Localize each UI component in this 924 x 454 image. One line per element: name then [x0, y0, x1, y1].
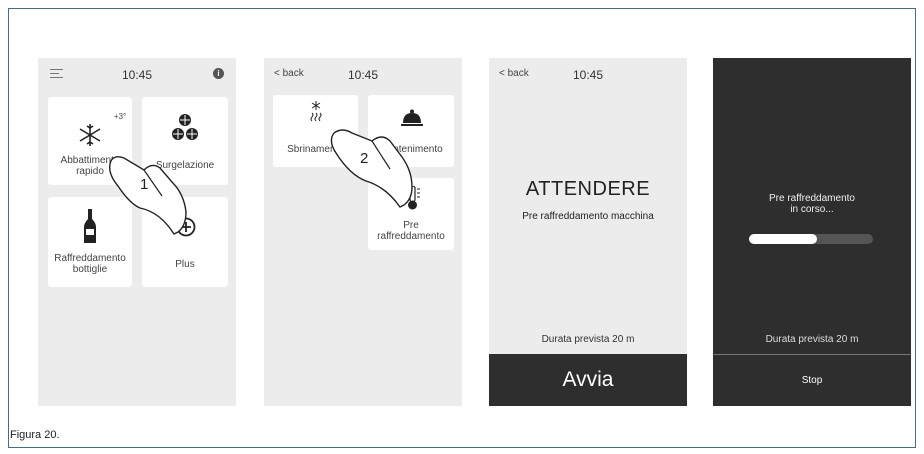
info-icon[interactable]: i	[213, 68, 224, 79]
pointing-hand-icon	[330, 129, 413, 208]
subtitle: Pre raffreddamento macchina	[522, 211, 654, 222]
progress-fill	[749, 234, 818, 244]
back-button[interactable]: < back	[499, 68, 529, 79]
back-label: back	[282, 68, 304, 79]
chevron-left-icon: <	[499, 68, 505, 79]
status-bar: 10:45 i	[38, 58, 236, 90]
menu-icon[interactable]	[50, 69, 63, 79]
screen-main-menu: 10:45 i +3° Abbattimento rapido Surgelaz…	[38, 58, 236, 406]
step-number: 2	[360, 150, 369, 167]
stop-button[interactable]: Stop	[713, 356, 911, 406]
figure-caption: Figura 20.	[10, 429, 60, 441]
status-text: Pre raffreddamento in corso...	[769, 193, 855, 215]
screen-attendere: < back 10:45 ATTENDERE Pre raffreddament…	[489, 58, 687, 406]
tile-label: Plus	[175, 259, 195, 270]
duration-text: Durata prevista 20 m	[765, 334, 859, 345]
clock: 10:45	[122, 68, 153, 82]
avvia-button[interactable]: Avvia	[489, 354, 687, 406]
back-label: back	[507, 68, 529, 79]
tile-label: Pre raffreddamento	[377, 220, 445, 242]
snowflakes-icon	[172, 114, 198, 140]
screen-in-progress: Pre raffreddamento in corso... Durata pr…	[713, 58, 911, 406]
divider	[713, 354, 911, 355]
bottle-icon	[84, 209, 96, 243]
progress-bar	[749, 234, 873, 244]
clock: 10:45	[573, 68, 604, 82]
step-number: 1	[140, 176, 149, 193]
status-bar: < back 10:45	[264, 58, 462, 90]
back-button[interactable]: < back	[274, 68, 304, 79]
snowflake-icon	[79, 124, 101, 146]
status-bar: < back 10:45	[489, 58, 687, 90]
defrost-icon	[310, 101, 322, 122]
chevron-left-icon: <	[274, 68, 280, 79]
screen-plus-menu: < back 10:45 Sbrinamento Mantenimento Pr…	[264, 58, 462, 406]
duration-text: Durata prevista 20 m	[541, 334, 635, 345]
pointing-hand-icon	[108, 156, 187, 235]
clock: 10:45	[348, 68, 379, 82]
tile-label: Raffreddamento bottiglie	[54, 253, 126, 275]
tile-badge: +3°	[113, 112, 127, 121]
page-title: ATTENDERE	[525, 178, 651, 200]
